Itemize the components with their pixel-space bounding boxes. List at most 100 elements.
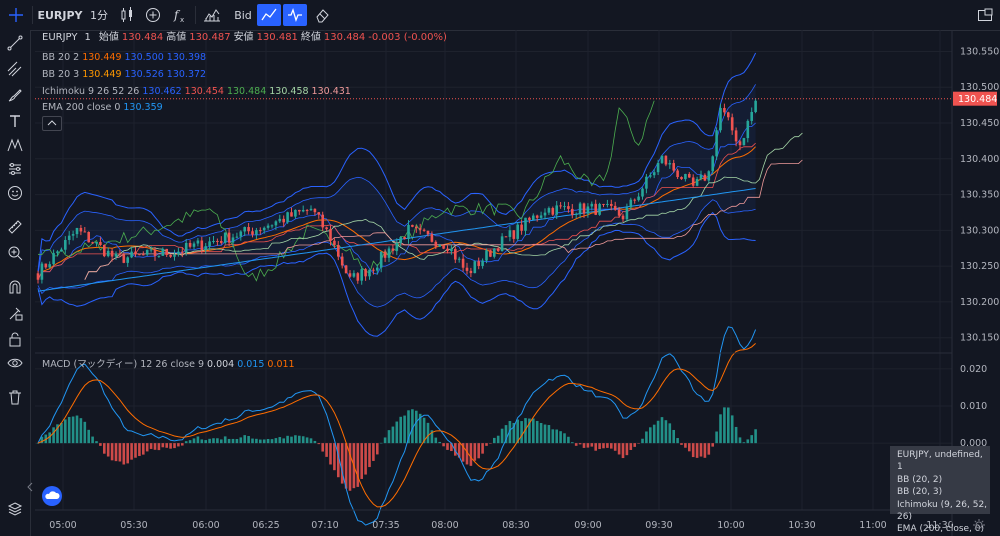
candle-body	[496, 248, 500, 252]
legend-high: 130.487	[189, 32, 231, 43]
macd-histogram-bar	[543, 424, 547, 444]
ema-legend[interactable]: EMA 200 close 0 130.359	[42, 101, 166, 115]
candle-body	[426, 230, 430, 235]
macd-histogram-bar	[103, 443, 106, 454]
macd-histogram-bar	[200, 439, 204, 444]
candle-body	[169, 254, 172, 257]
bb2-params: 20 3	[58, 69, 80, 80]
candle-body	[660, 155, 664, 163]
candle-body	[442, 245, 445, 249]
candle-body	[243, 227, 246, 232]
macd-histogram-bar	[719, 414, 722, 444]
legend-collapse-button[interactable]	[42, 116, 62, 131]
candle-body	[457, 258, 461, 260]
ichimoku-legend[interactable]: Ichimoku 9 26 52 26 130.462 130.454 130.484 1…	[42, 85, 354, 99]
macd-histogram-bar	[582, 443, 586, 448]
macd-histogram-bar	[691, 443, 695, 458]
legend-change: -0.003 (-0.00%)	[368, 32, 447, 43]
macd-histogram-bar	[184, 441, 188, 444]
candle-body	[551, 208, 555, 215]
candle-body	[103, 244, 106, 257]
candle-body	[184, 242, 188, 253]
macd-histogram-bar	[266, 439, 270, 444]
candle-body	[270, 225, 274, 227]
macd-histogram-bar	[754, 429, 757, 444]
time-axis-label: 08:30	[502, 520, 529, 531]
candle-body	[711, 156, 714, 172]
candle-body	[220, 241, 223, 243]
tradingview-logo[interactable]	[42, 486, 62, 506]
candle-body	[567, 206, 570, 209]
macd-histogram-bar	[586, 443, 590, 448]
candle-body	[446, 248, 449, 252]
macd-histogram-bar	[520, 421, 523, 444]
macd-histogram-bar	[321, 443, 324, 452]
macd-histogram-bar	[613, 443, 617, 451]
candle-body	[188, 242, 192, 247]
candle-body	[672, 163, 675, 171]
candle-body	[251, 231, 254, 235]
macd-histogram-bar	[255, 438, 258, 444]
macd-histogram-bar	[290, 436, 293, 444]
candle-body	[395, 242, 399, 251]
candle-body	[372, 269, 375, 271]
bb1-legend[interactable]: BB 20 2 130.449 130.500 130.398	[42, 51, 209, 65]
candle-body	[586, 206, 590, 214]
candle-body	[528, 217, 531, 220]
macd-histogram-bar	[535, 420, 539, 444]
candle-body	[352, 273, 356, 277]
macd-histogram-bar	[391, 426, 395, 444]
candle-body	[126, 257, 129, 263]
macd-histogram-bar	[106, 443, 110, 457]
tooltip-line: EURJPY, undefined, 1	[897, 450, 983, 473]
candle-body	[286, 212, 289, 223]
candle-body	[450, 248, 453, 252]
macd-histogram-bar	[313, 440, 317, 444]
candle-body	[48, 264, 51, 268]
macd-histogram-bar	[532, 418, 535, 444]
candle-body	[734, 130, 738, 142]
candle-body	[356, 273, 360, 281]
macd-histogram-bar	[165, 443, 168, 448]
macd-histogram-bar	[372, 443, 375, 461]
macd-histogram-bar	[356, 443, 360, 487]
candle-body	[411, 224, 414, 227]
macd-histogram-bar	[664, 420, 668, 444]
macd-histogram-bar	[446, 443, 449, 450]
ichimoku-conversion: 130.462	[142, 86, 182, 97]
candle-body	[266, 225, 270, 228]
legend-open: 130.484	[121, 32, 164, 43]
macd-histogram-bar	[379, 442, 383, 444]
settings-gear-icon[interactable]	[972, 518, 986, 535]
macd-histogram-bar	[598, 443, 601, 450]
candle-body	[469, 270, 473, 274]
macd-histogram-bar	[688, 443, 691, 452]
macd-histogram-bar	[142, 443, 145, 455]
ema-name: EMA	[42, 102, 63, 113]
candle-body	[348, 273, 352, 277]
candle-body	[383, 251, 387, 258]
legend-low: 130.481	[256, 32, 298, 43]
macd-histogram-bar	[251, 438, 254, 444]
macd-histogram-bar	[360, 443, 363, 479]
time-axis-label: 08:00	[431, 520, 458, 531]
macd-histogram-bar	[730, 415, 734, 444]
candle-body	[79, 227, 83, 232]
macd-histogram-bar	[551, 429, 555, 444]
macd-histogram-bar	[298, 435, 301, 444]
candle-body	[301, 210, 305, 212]
candle-body	[138, 254, 141, 256]
candle-body	[547, 208, 551, 213]
macd-axis-label: 0.020	[960, 364, 987, 375]
macd-histogram-bar	[110, 443, 114, 461]
candle-body	[204, 246, 207, 250]
macd-histogram-bar	[301, 436, 305, 444]
candle-body	[610, 203, 613, 206]
candle-body	[290, 212, 293, 217]
macd-legend[interactable]: MACD (マックディー) 12 26 close 9 0.004 0.015 0.01…	[42, 358, 298, 372]
bb2-lower: 130.372	[166, 69, 207, 80]
bb1-name: BB	[42, 52, 56, 63]
bb2-legend[interactable]: BB 20 3 130.449 130.526 130.372	[42, 68, 209, 82]
macd-histogram-bar	[637, 443, 640, 444]
macd-histogram-bar	[87, 429, 90, 444]
